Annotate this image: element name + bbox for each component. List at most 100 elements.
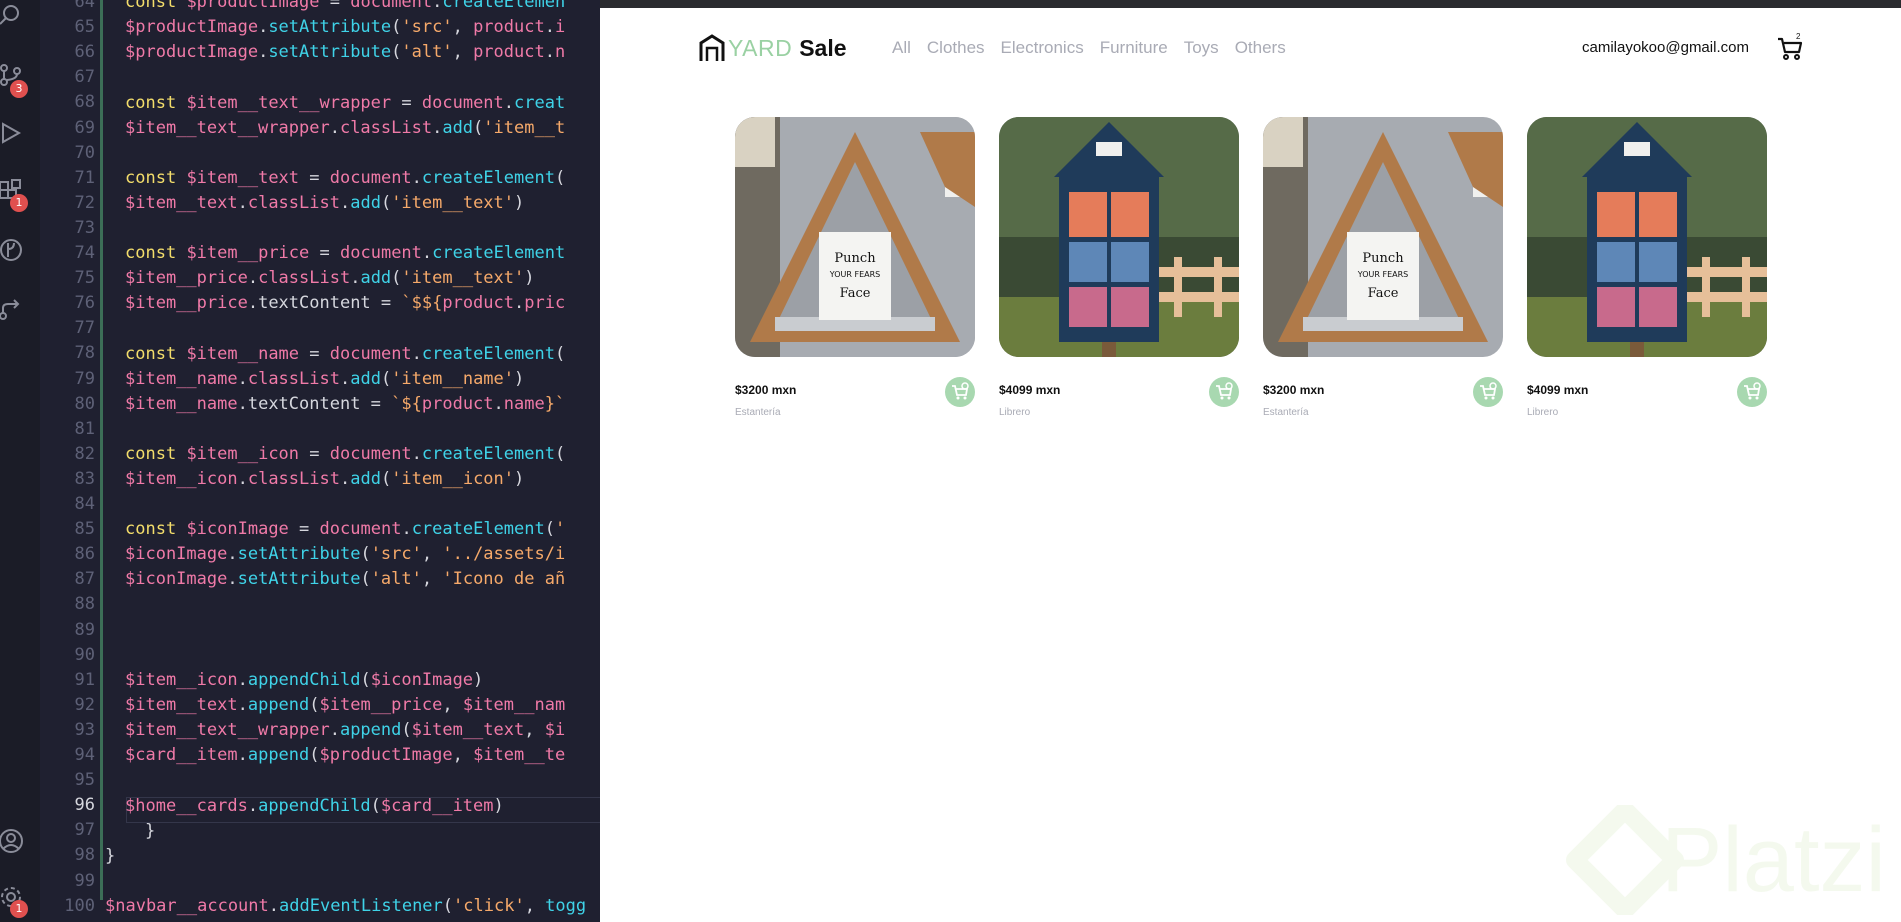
line-number: 85 <box>74 519 95 540</box>
code-line: const $item__icon = document.createEleme… <box>125 444 566 464</box>
cart-count-badge: 2 <box>1796 32 1801 41</box>
product-price: $3200 mxn <box>1263 383 1325 397</box>
code-line: $item__name.textContent = `${product.nam… <box>125 394 566 414</box>
line-number: 95 <box>74 770 95 791</box>
code-line: const $productImage = document.createEle… <box>125 0 566 12</box>
svg-text:Face: Face <box>840 286 871 301</box>
line-number: 83 <box>74 468 95 489</box>
code-line: const $item__text = document.createEleme… <box>125 168 566 188</box>
nav-link-furniture[interactable]: Furniture <box>1100 38 1168 58</box>
product-card[interactable]: Punch YOUR FEARS Face $3200 mxn Estanter… <box>735 117 975 443</box>
remote-share-icon[interactable] <box>0 296 24 322</box>
account-email[interactable]: camilayokoo@gmail.com <box>1582 39 1749 56</box>
line-number: 91 <box>74 669 95 690</box>
code-line: $item__text.classList.add('item__text') <box>125 193 525 213</box>
platzi-watermark-text: Platzi <box>1661 808 1886 911</box>
line-number: 73 <box>74 217 95 238</box>
code-line: const $item__text__wrapper = document.cr… <box>125 93 566 113</box>
line-number: 100 <box>64 895 95 916</box>
add-to-cart-icon <box>1744 382 1761 400</box>
line-number: 88 <box>74 594 95 615</box>
git-graph-icon[interactable] <box>0 237 24 263</box>
logo-yard-text: YARD <box>728 34 793 61</box>
search-icon[interactable] <box>0 2 24 28</box>
add-to-cart-icon <box>952 382 969 400</box>
account-icon[interactable] <box>0 828 24 854</box>
product-name: Estantería <box>735 407 781 418</box>
code-line: $productImage.setAttribute('src', produc… <box>125 17 566 37</box>
platzi-watermark: Platzi <box>1565 805 1886 915</box>
line-number: 93 <box>74 719 95 740</box>
line-number: 66 <box>74 42 95 63</box>
line-number: 99 <box>74 870 95 891</box>
line-number: 80 <box>74 393 95 414</box>
add-to-cart-icon <box>1216 382 1233 400</box>
code-line: } <box>145 821 156 841</box>
product-card[interactable]: $4099 mxn Librero <box>999 117 1239 443</box>
code-line: $item__price.classList.add('item__text') <box>125 268 535 288</box>
line-number: 86 <box>74 544 95 565</box>
code-line: $navbar__account.addEventListener('click… <box>105 896 587 916</box>
nav-link-others[interactable]: Others <box>1235 38 1286 58</box>
code-line: $item__text__wrapper.append($item__text,… <box>125 720 566 740</box>
line-number: 72 <box>74 192 95 213</box>
line-number: 97 <box>74 820 95 841</box>
run-debug-icon[interactable] <box>0 120 24 146</box>
line-number: 76 <box>74 293 95 314</box>
code-line: $card__item.append($productImage, $item_… <box>125 745 566 765</box>
product-image-little-library[interactable] <box>1527 117 1767 357</box>
scm-badge: 3 <box>10 80 28 98</box>
code-line: $item__price.textContent = `$${product.p… <box>125 293 566 313</box>
code-line: $item__icon.classList.add('item__icon') <box>125 469 525 489</box>
product-image-triangle-shelf[interactable]: Punch YOUR FEARS Face <box>1263 117 1503 357</box>
line-number: 70 <box>74 142 95 163</box>
line-number: 96 <box>74 795 95 816</box>
product-info: $4099 mxn Librero <box>999 377 1239 443</box>
product-info: $4099 mxn Librero <box>1527 377 1767 443</box>
line-number: 92 <box>74 694 95 715</box>
add-to-cart-button[interactable] <box>945 377 975 407</box>
nav-link-electronics[interactable]: Electronics <box>1001 38 1084 58</box>
product-image-triangle-shelf[interactable]: Punch YOUR FEARS Face <box>735 117 975 357</box>
line-number: 71 <box>74 167 95 188</box>
product-info: $3200 mxn Estantería <box>1263 377 1503 443</box>
house-logo-icon <box>699 34 725 61</box>
shopping-cart-icon[interactable] <box>1775 33 1805 63</box>
line-number-gutter: 64 65 66 67 68 69 70 71 72 73 74 75 76 77 78 79 80 81 82 83… <box>40 0 105 922</box>
code-line: $iconImage.setAttribute('alt', 'Icono de… <box>125 569 566 589</box>
navbar: YARD Sale All Clothes Electronics Furnit… <box>600 8 1901 88</box>
code-line: const $item__price = document.createElem… <box>125 243 566 263</box>
svg-text:Punch: Punch <box>834 251 876 266</box>
line-number: 79 <box>74 368 95 389</box>
line-number: 75 <box>74 268 95 289</box>
code-line: $productImage.setAttribute('alt', produc… <box>125 42 566 62</box>
line-number: 82 <box>74 443 95 464</box>
line-number: 65 <box>74 17 95 38</box>
product-card[interactable]: Punch YOUR FEARS Face $3200 mxn Estanter… <box>1263 117 1503 443</box>
line-number: 67 <box>74 67 95 88</box>
product-card[interactable]: $4099 mxn Librero <box>1527 117 1767 443</box>
category-nav: All Clothes Electronics Furniture Toys O… <box>892 38 1302 58</box>
browser-viewport: YARD Sale All Clothes Electronics Furnit… <box>600 0 1901 922</box>
add-to-cart-button[interactable] <box>1209 377 1239 407</box>
product-cards: Punch YOUR FEARS Face $3200 mxn Estanter… <box>735 117 1767 443</box>
add-to-cart-button[interactable] <box>1473 377 1503 407</box>
line-number: 90 <box>74 644 95 665</box>
line-number: 77 <box>74 318 95 339</box>
activity-bar: 3 1 1 <box>0 0 40 922</box>
nav-link-all[interactable]: All <box>892 38 911 58</box>
line-number: 89 <box>74 619 95 640</box>
nav-link-toys[interactable]: Toys <box>1184 38 1219 58</box>
nav-link-clothes[interactable]: Clothes <box>927 38 985 58</box>
product-image-little-library[interactable] <box>999 117 1239 357</box>
line-number: 84 <box>74 494 95 514</box>
add-to-cart-icon <box>1480 382 1497 400</box>
yard-sale-logo[interactable]: YARD Sale <box>699 32 847 64</box>
line-number: 87 <box>74 569 95 590</box>
product-name: Librero <box>1527 407 1559 418</box>
code-editor[interactable]: 64 65 66 67 68 69 70 71 72 73 74 75 76 77 78 79 80 81 82 83… <box>40 0 600 922</box>
git-change-indicator <box>100 0 103 900</box>
add-to-cart-button[interactable] <box>1737 377 1767 407</box>
code-line: $item__name.classList.add('item__name') <box>125 369 525 389</box>
svg-text:YOUR FEARS: YOUR FEARS <box>829 270 880 279</box>
